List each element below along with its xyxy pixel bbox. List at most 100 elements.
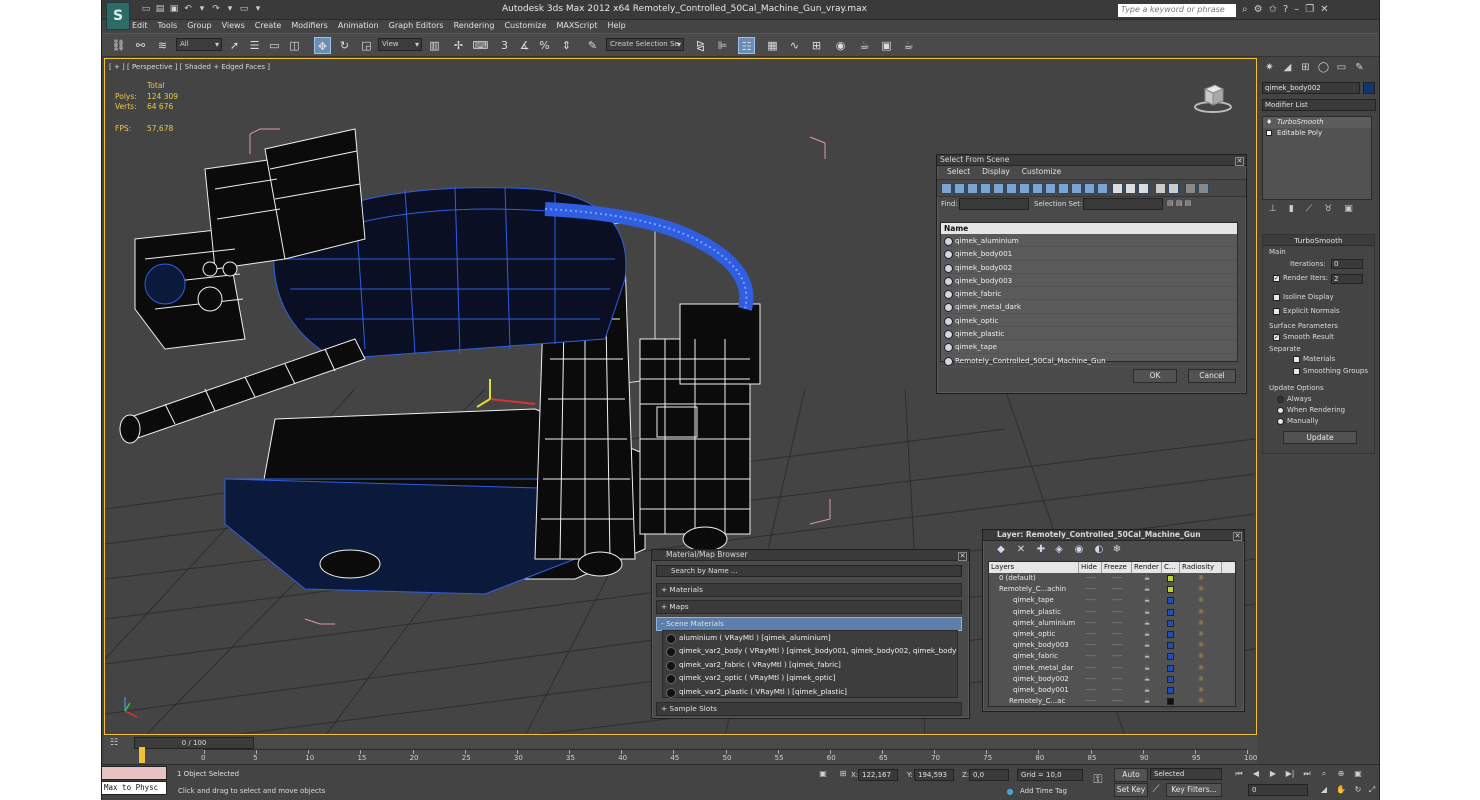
display-cameras-icon[interactable] (980, 183, 991, 194)
radiosity-icon[interactable]: ☼ (1180, 595, 1222, 606)
find-input[interactable] (959, 198, 1029, 210)
pivot-center-icon[interactable]: ▥ (426, 37, 443, 54)
render-iters-spinner[interactable]: 2 (1331, 274, 1363, 284)
layer-row[interactable]: Remotely_C...ac ---- ---- ☕ ☼ (989, 696, 1235, 707)
layer-row[interactable]: qimek_body001 ---- ---- ☕ ☼ (989, 685, 1235, 696)
display-geometry-icon[interactable] (941, 183, 952, 194)
align-icon[interactable]: ⊫ (714, 37, 731, 54)
layer-name[interactable]: qimek_optic (989, 629, 1079, 640)
communication-icon[interactable]: ✩ (1269, 4, 1277, 15)
edit-named-selection-icon[interactable]: ✎ (584, 37, 601, 54)
zoom-extents-icon[interactable]: ▣ (1352, 768, 1364, 780)
layer-freeze-toggle[interactable]: ---- (1102, 663, 1132, 674)
restore-icon[interactable]: ❐ (1305, 4, 1314, 15)
maximize-viewport-icon[interactable]: ⤢ (1366, 784, 1378, 796)
group-scene-materials[interactable]: - Scene Materials (656, 617, 962, 631)
rect-selection-icon[interactable]: ▭ (266, 37, 283, 54)
radio-icon[interactable] (1277, 406, 1284, 414)
set-key-button[interactable]: Set Key (1114, 783, 1148, 797)
undo-dropdown-icon[interactable]: ▾ (196, 3, 208, 16)
zoom-all-icon[interactable]: ⊕ (1335, 768, 1347, 780)
subscription-icon[interactable]: ⚙ (1254, 4, 1263, 15)
render-teapot-icon[interactable]: ☕ (1132, 640, 1162, 651)
snaps-toggle-icon[interactable]: 3 (496, 37, 513, 54)
zoom-icon[interactable]: ⌕ (1318, 768, 1330, 780)
layer-hide-toggle[interactable]: ---- (1079, 685, 1102, 696)
display-helpers-icon[interactable] (993, 183, 1004, 194)
render-iters-checkbox[interactable]: ✓ Render Iters: (1273, 274, 1328, 282)
layer-name[interactable]: qimek_fabric (989, 651, 1079, 662)
layer-color-swatch[interactable] (1162, 573, 1180, 584)
stack-item-turbosmooth[interactable]: ♦ TurboSmooth (1263, 117, 1371, 128)
layer-color-swatch[interactable] (1162, 584, 1180, 595)
display-containers-icon[interactable] (1058, 183, 1069, 194)
close-icon[interactable]: ✕ (958, 552, 967, 561)
column-header-freeze[interactable]: Freeze (1102, 562, 1132, 573)
spinner-snap-icon[interactable]: ⇕ (558, 37, 575, 54)
select-manipulate-icon[interactable]: ✢ (450, 37, 467, 54)
sfs-menu-display[interactable]: Display (982, 166, 1010, 179)
radio-icon[interactable] (1277, 395, 1284, 403)
unlink-icon[interactable]: ⚯ (132, 37, 149, 54)
manually-radio[interactable]: Manually (1277, 417, 1319, 425)
render-teapot-icon[interactable]: ☕ (1132, 651, 1162, 662)
layer-freeze-toggle[interactable]: ---- (1102, 618, 1132, 629)
list-item[interactable]: qimek_var2_plastic ( VRayMtl ) [qimek_pl… (663, 685, 957, 698)
close-icon[interactable]: ✕ (1320, 4, 1328, 15)
render-teapot-icon[interactable]: ☕ (1132, 629, 1162, 640)
menu-help[interactable]: Help (608, 20, 626, 33)
undo-icon[interactable]: ↶ (182, 3, 194, 16)
pin-stack-icon[interactable]: ⊥ (1269, 204, 1277, 220)
layer-freeze-toggle[interactable]: ---- (1102, 696, 1132, 707)
radiosity-icon[interactable]: ☼ (1180, 674, 1222, 685)
layer-color-swatch[interactable] (1162, 618, 1180, 629)
render-teapot-icon[interactable]: ☕ (1132, 663, 1162, 674)
display-lights-icon[interactable] (967, 183, 978, 194)
display-groups-icon[interactable] (1019, 183, 1030, 194)
radiosity-icon[interactable]: ☼ (1180, 640, 1222, 651)
ok-button[interactable]: OK (1133, 369, 1177, 383)
layer-color-swatch[interactable] (1162, 595, 1180, 606)
group-materials[interactable]: + Materials (656, 583, 962, 597)
display-spacewarps-icon[interactable] (1006, 183, 1017, 194)
column-header-layers[interactable]: Layers (989, 562, 1079, 573)
render-teapot-icon[interactable]: ☕ (1132, 618, 1162, 629)
list-item[interactable]: qimek_body002 (941, 261, 1237, 274)
list-item[interactable]: qimek_body003 (941, 274, 1237, 288)
keyboard-shortcut-icon[interactable]: ⌨ (472, 37, 489, 54)
display-frozen-icon[interactable] (1071, 183, 1082, 194)
material-editor-icon[interactable]: ◉ (832, 37, 849, 54)
remove-modifier-icon[interactable]: ♉ (1324, 204, 1332, 220)
list-item[interactable]: qimek_aluminium (941, 234, 1237, 248)
maxscript-listener[interactable] (101, 766, 167, 780)
mini-curve-editor-icon[interactable]: ☷ (110, 738, 126, 750)
sfs-menu-customize[interactable]: Customize (1022, 166, 1061, 179)
menu-modifiers[interactable]: Modifiers (291, 20, 328, 33)
layer-name[interactable]: qimek_metal_dar (989, 663, 1079, 674)
key-mode-icon[interactable]: ⚿ (1092, 773, 1104, 785)
radiosity-icon[interactable]: ☼ (1180, 618, 1222, 629)
current-frame-field[interactable]: 0 (1248, 784, 1308, 796)
delete-layer-icon[interactable]: ✕ (1015, 544, 1027, 556)
smooth-result-checkbox[interactable]: ✓ Smooth Result (1273, 333, 1334, 341)
redo-dropdown-icon[interactable]: ▾ (224, 3, 236, 16)
checkbox-icon[interactable] (1293, 367, 1300, 375)
checkbox-icon[interactable] (1273, 307, 1280, 315)
add-to-layer-icon[interactable]: ✚ (1035, 544, 1047, 556)
selection-set-dropdown[interactable] (1083, 198, 1163, 210)
layer-hide-toggle[interactable]: ---- (1079, 618, 1102, 629)
set-key-icon[interactable]: ⟋ (1150, 784, 1162, 796)
rendered-frame-icon[interactable]: ▣ (878, 37, 895, 54)
select-none-icon[interactable] (1125, 183, 1136, 194)
layer-freeze-toggle[interactable]: ---- (1102, 607, 1132, 618)
layer-name[interactable]: 0 (default) (989, 573, 1079, 584)
checkbox-icon[interactable] (1293, 355, 1300, 363)
show-end-result-icon[interactable]: ▮ (1289, 204, 1294, 220)
render-teapot-icon[interactable]: ☕ (1132, 674, 1162, 685)
graphite-tools-icon[interactable]: ▦ (764, 37, 781, 54)
display-tab-icon[interactable]: ▭ (1335, 61, 1348, 74)
radio-icon[interactable] (1277, 417, 1284, 425)
go-to-end-icon[interactable]: ⏭ (1301, 768, 1313, 780)
lightbulb-icon[interactable]: ♦ (1266, 117, 1272, 128)
radiosity-icon[interactable]: ☼ (1180, 651, 1222, 662)
